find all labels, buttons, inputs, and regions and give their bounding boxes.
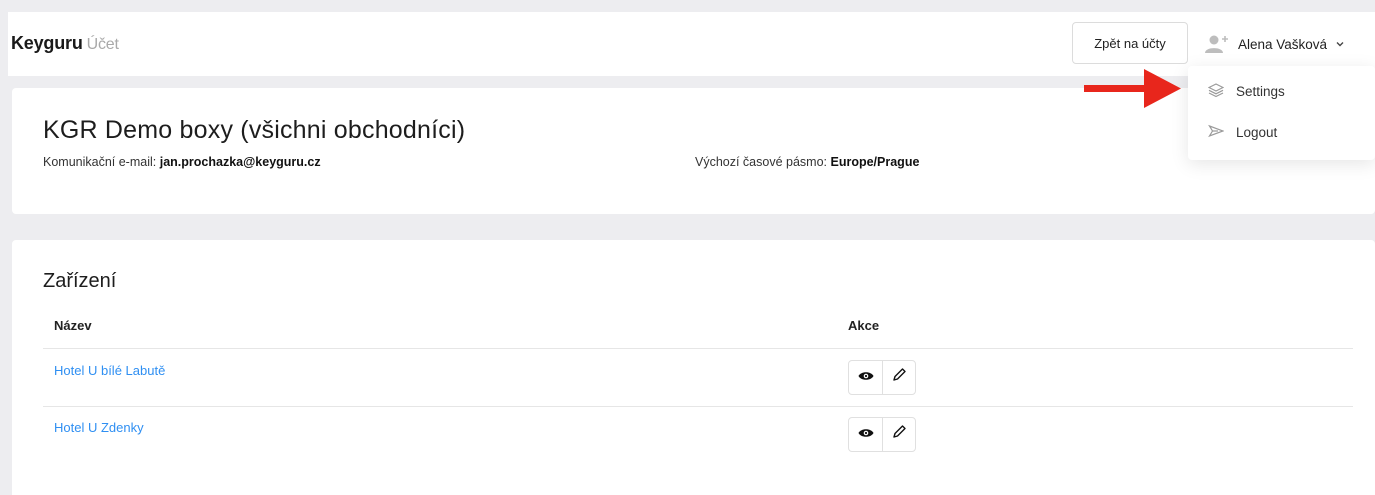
email-label: Komunikační e-mail:	[43, 155, 157, 169]
user-dropdown-menu: Settings Logout	[1188, 66, 1375, 160]
chevron-down-icon	[1335, 39, 1345, 49]
logout-menu-item[interactable]: Logout	[1208, 123, 1277, 142]
column-header-actions: Akce	[848, 318, 880, 333]
layers-icon	[1207, 82, 1225, 101]
account-title: KGR Demo boxy (všichni obchodníci)	[43, 116, 466, 144]
communication-email: Komunikační e-mail: jan.prochazka@keygur…	[43, 155, 321, 169]
eye-icon	[858, 369, 874, 387]
top-bar: Keyguru Účet Zpět na účty Alena Vašková	[8, 12, 1375, 76]
email-value: jan.prochazka@keyguru.cz	[159, 155, 321, 169]
row-actions	[848, 417, 916, 452]
pencil-icon	[891, 424, 907, 445]
default-timezone: Výchozí časové pásmo: Europe/Prague	[695, 155, 919, 169]
view-button[interactable]	[849, 361, 882, 394]
red-arrow-annotation	[1084, 69, 1181, 108]
devices-title: Zařízení	[43, 270, 117, 292]
settings-label: Settings	[1236, 84, 1285, 99]
back-to-accounts-button[interactable]: Zpět na účty	[1072, 22, 1188, 64]
timezone-value: Europe/Prague	[830, 155, 920, 169]
eye-icon	[858, 426, 874, 444]
settings-menu-item[interactable]: Settings	[1207, 82, 1285, 101]
row-divider	[43, 406, 1353, 407]
brand-name: Keyguru	[11, 33, 83, 53]
user-name: Alena Vašková	[1238, 36, 1328, 52]
user-add-icon	[1204, 34, 1230, 54]
logout-label: Logout	[1236, 125, 1278, 140]
edit-button[interactable]	[882, 418, 915, 451]
send-icon	[1208, 123, 1225, 142]
device-link[interactable]: Hotel U bílé Labutě	[54, 363, 165, 378]
row-divider	[43, 348, 1353, 349]
user-menu-toggle[interactable]: Alena Vašková	[1204, 32, 1345, 56]
section-label: Účet	[86, 36, 119, 53]
pencil-icon	[891, 367, 907, 388]
devices-card: Zařízení Název Akce Hotel U bílé Labutě …	[12, 240, 1375, 495]
row-actions	[848, 360, 916, 395]
view-button[interactable]	[849, 418, 882, 451]
timezone-label: Výchozí časové pásmo:	[695, 155, 828, 169]
column-header-name: Název	[54, 318, 92, 333]
device-link[interactable]: Hotel U Zdenky	[54, 420, 144, 435]
edit-button[interactable]	[882, 361, 915, 394]
brand: Keyguru Účet	[11, 33, 119, 54]
